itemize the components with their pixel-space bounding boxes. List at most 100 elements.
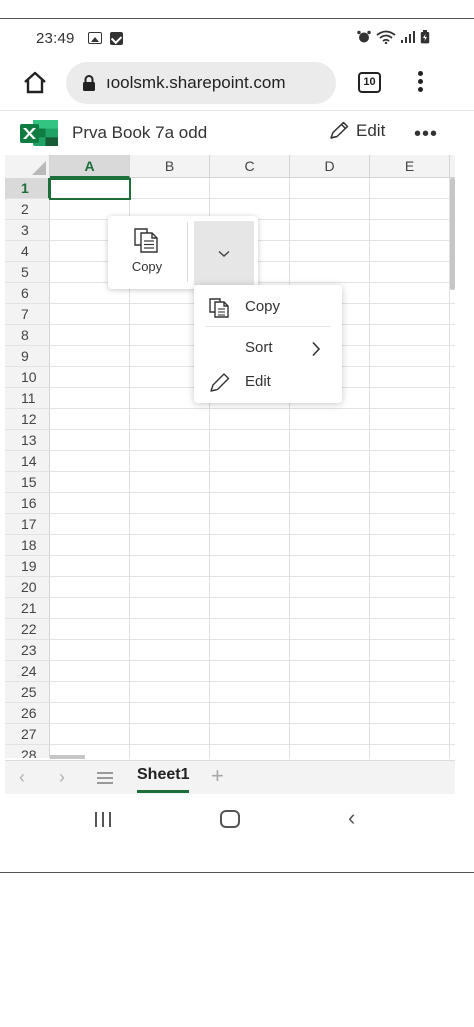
edit-button[interactable]: Edit — [328, 121, 385, 141]
grid-row-line — [50, 639, 455, 640]
menu-item-edit[interactable]: Edit — [194, 365, 342, 399]
more-options-button[interactable]: ••• — [414, 123, 438, 146]
grid-row-line — [50, 702, 455, 703]
url-bar[interactable]: ıoolsmk.sharepoint.com — [66, 62, 336, 104]
vertical-scrollbar[interactable] — [450, 178, 455, 290]
browser-address-bar: ıoolsmk.sharepoint.com 10 — [0, 58, 474, 110]
pencil-icon — [210, 373, 230, 392]
row-header-19[interactable]: 19 — [5, 556, 50, 577]
row-header-17[interactable]: 17 — [5, 514, 50, 535]
grid-row-line — [50, 744, 455, 745]
selected-cell[interactable] — [49, 178, 131, 200]
row-header-3[interactable]: 3 — [5, 220, 50, 241]
grid-row-line — [50, 429, 455, 430]
chevron-right-icon — [312, 341, 321, 357]
row-header-14[interactable]: 14 — [5, 451, 50, 472]
row-header-1[interactable]: 1 — [5, 178, 50, 199]
battery-icon — [420, 30, 430, 44]
row-header-8[interactable]: 8 — [5, 325, 50, 346]
sheet-tab-sheet1[interactable]: Sheet1 — [137, 766, 190, 793]
sheet-tabs-bar: ‹ › Sheet1 + — [5, 760, 455, 794]
home-icon[interactable] — [22, 70, 48, 96]
row-header-21[interactable]: 21 — [5, 598, 50, 619]
column-header-c[interactable]: C — [210, 155, 290, 178]
bottom-border — [0, 872, 474, 873]
column-header-e[interactable]: E — [370, 155, 450, 178]
grid-row-line — [50, 618, 455, 619]
grid-row-line — [50, 576, 455, 577]
next-sheet-icon[interactable]: › — [59, 767, 65, 788]
menu-item-copy-label: Copy — [245, 298, 281, 315]
row-header-23[interactable]: 23 — [5, 640, 50, 661]
edit-label: Edit — [356, 121, 386, 140]
grid-row-line — [50, 597, 455, 598]
row-header-20[interactable]: 20 — [5, 577, 50, 598]
context-menu: Copy Sort Edit — [194, 285, 342, 403]
select-all-corner[interactable] — [5, 155, 50, 178]
grid-row-line — [50, 492, 455, 493]
row-header-2[interactable]: 2 — [5, 199, 50, 220]
row-header-27[interactable]: 27 — [5, 724, 50, 745]
grid-row-line — [50, 471, 455, 472]
status-icons-right — [357, 30, 430, 44]
row-header-25[interactable]: 25 — [5, 682, 50, 703]
home-button-icon[interactable] — [220, 810, 240, 828]
page: 23:49 ıoolsmk.sharepoint.com 10 Prva Boo… — [0, 0, 474, 1027]
row-header-5[interactable]: 5 — [5, 262, 50, 283]
grid-row-line — [50, 660, 455, 661]
status-time: 23:49 — [36, 30, 75, 47]
copy-icon — [134, 228, 158, 253]
menu-item-edit-label: Edit — [245, 373, 271, 390]
toolbar-more-button[interactable] — [194, 221, 254, 285]
android-nav-bar: ‹ — [0, 795, 474, 843]
row-header-28[interactable]: 28 — [5, 745, 50, 758]
row-header-4[interactable]: 4 — [5, 241, 50, 262]
row-header-13[interactable]: 13 — [5, 430, 50, 451]
status-icons-left — [88, 32, 123, 45]
horizontal-scrollbar[interactable] — [50, 755, 85, 759]
top-border — [0, 18, 474, 19]
row-header-26[interactable]: 26 — [5, 703, 50, 724]
row-header-18[interactable]: 18 — [5, 535, 50, 556]
prev-sheet-icon[interactable]: ‹ — [19, 767, 25, 788]
row-header-9[interactable]: 9 — [5, 346, 50, 367]
column-header-b[interactable]: B — [130, 155, 210, 178]
recents-icon[interactable] — [95, 812, 111, 827]
lock-icon — [83, 75, 95, 91]
row-header-15[interactable]: 15 — [5, 472, 50, 493]
back-icon[interactable]: ‹ — [348, 805, 355, 831]
row-header-16[interactable]: 16 — [5, 493, 50, 514]
tabs-count-button[interactable]: 10 — [358, 72, 381, 93]
grid-row-line — [50, 408, 455, 409]
browser-menu-icon[interactable] — [414, 71, 426, 95]
all-sheets-icon[interactable] — [97, 772, 113, 787]
row-header-24[interactable]: 24 — [5, 661, 50, 682]
grid-row-line — [50, 555, 455, 556]
grid-row-line — [50, 723, 455, 724]
row-header-6[interactable]: 6 — [5, 283, 50, 304]
row-header-22[interactable]: 22 — [5, 619, 50, 640]
toolbar-copy-button[interactable]: Copy — [108, 216, 186, 289]
url-text: ıoolsmk.sharepoint.com — [106, 73, 286, 92]
column-header-row: ABCDE — [5, 155, 455, 178]
menu-item-copy[interactable]: Copy — [194, 290, 342, 324]
menu-item-sort[interactable]: Sort — [194, 331, 342, 365]
grid-row-line — [50, 681, 455, 682]
alarm-icon — [357, 30, 371, 43]
menu-item-sort-label: Sort — [245, 339, 273, 356]
excel-logo-icon — [20, 120, 58, 146]
signal-icon — [401, 31, 415, 43]
row-header-12[interactable]: 12 — [5, 409, 50, 430]
grid-row-line — [50, 534, 455, 535]
row-header-7[interactable]: 7 — [5, 304, 50, 325]
grid-column-line — [369, 178, 370, 758]
column-header-d[interactable]: D — [290, 155, 370, 178]
row-header-11[interactable]: 11 — [5, 388, 50, 409]
grid-column-line — [289, 178, 290, 758]
add-sheet-icon[interactable]: + — [211, 763, 224, 789]
grid-row-line — [50, 513, 455, 514]
menu-divider — [206, 326, 330, 327]
copy-toolbar: Copy — [108, 216, 258, 289]
row-header-10[interactable]: 10 — [5, 367, 50, 388]
column-header-a[interactable]: A — [50, 155, 130, 178]
